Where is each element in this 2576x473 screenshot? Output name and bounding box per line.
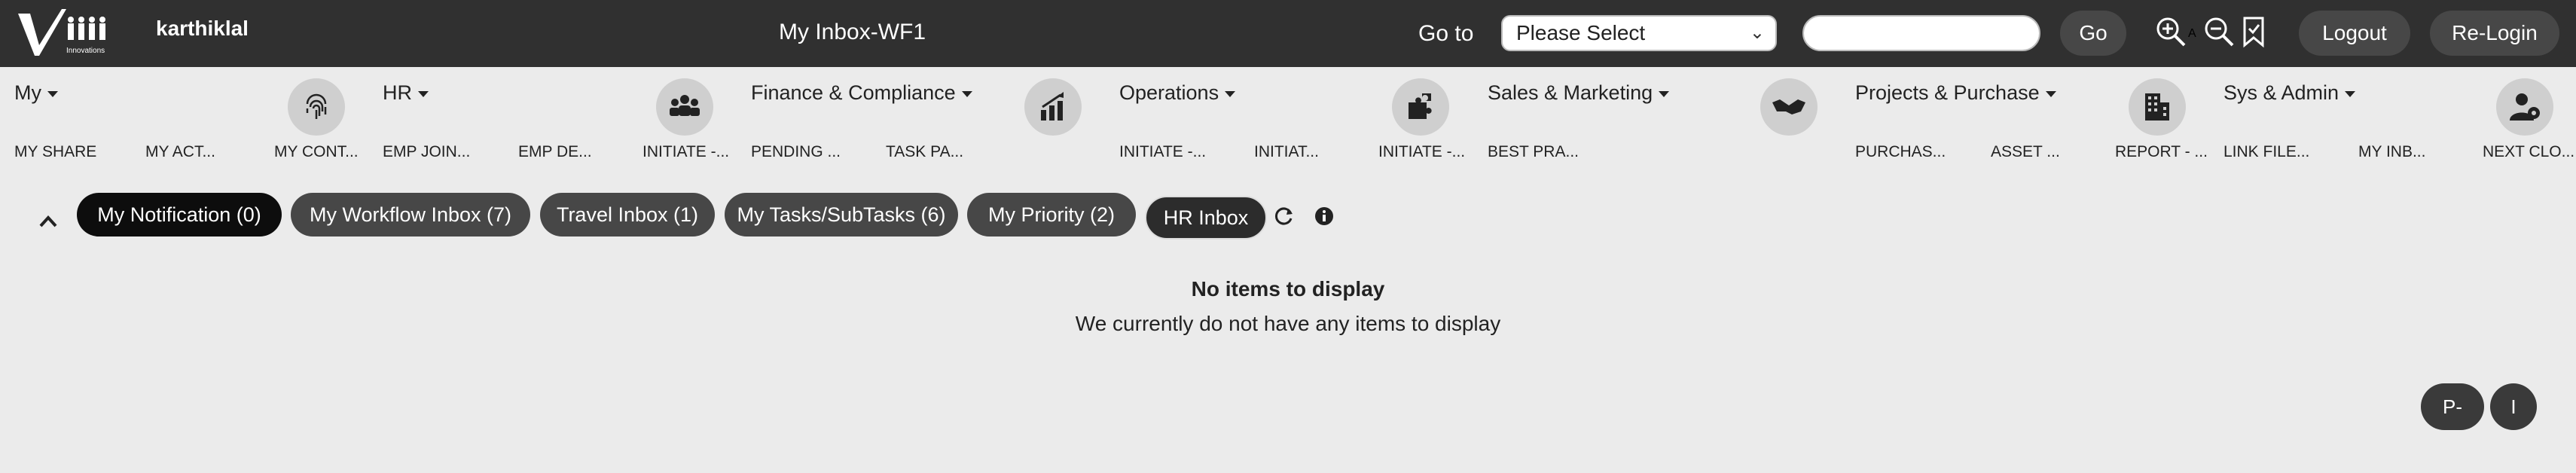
logo-text: Innovations <box>66 47 105 55</box>
menu-operations[interactable]: Operations <box>1119 81 1236 105</box>
menu-my[interactable]: My <box>14 81 58 105</box>
fingerprint-icon[interactable] <box>288 78 345 136</box>
logout-button[interactable]: Logout <box>2299 11 2410 56</box>
sublink-emp-de[interactable]: EMP DE... <box>518 143 592 161</box>
sublink-my-cont[interactable]: MY CONT... <box>274 143 359 161</box>
page-title: My Inbox-WF1 <box>779 20 926 44</box>
sublink-pending[interactable]: PENDING ... <box>751 143 841 161</box>
go-button[interactable]: Go <box>2060 11 2126 56</box>
handshake-icon[interactable] <box>1760 78 1818 136</box>
sublink-asset[interactable]: ASSET ... <box>1991 143 2060 161</box>
menu-sysadmin-label: Sys & Admin <box>2223 81 2339 104</box>
tab-travel-inbox[interactable]: Travel Inbox (1) <box>540 193 715 236</box>
refresh-icon[interactable] <box>1273 205 1296 227</box>
bookmark-icon[interactable] <box>2237 15 2270 48</box>
top-bar: Innovations karthiklal My Inbox-WF1 Go t… <box>0 0 2576 67</box>
tab-my-notification[interactable]: My Notification (0) <box>77 193 282 236</box>
caret-down-icon <box>961 90 972 97</box>
empty-state-text: We currently do not have any items to di… <box>1075 312 1501 335</box>
sublink-link-file[interactable]: LINK FILE... <box>2223 143 2309 161</box>
user-gear-icon[interactable] <box>2496 78 2553 136</box>
menu-finance[interactable]: Finance & Compliance <box>751 81 972 105</box>
username: karthiklal <box>156 17 249 40</box>
caret-down-icon <box>2345 90 2356 97</box>
search-input[interactable] <box>1802 15 2040 51</box>
caret-down-icon <box>1225 90 1236 97</box>
menu-my-label: My <box>14 81 41 104</box>
i-button[interactable]: I <box>2490 383 2537 430</box>
sublink-initiate-ops-3[interactable]: INITIATE -... <box>1378 143 1465 161</box>
menu-sales-label: Sales & Marketing <box>1488 81 1653 104</box>
bar-chart-icon[interactable] <box>1024 78 1082 136</box>
menu-finance-label: Finance & Compliance <box>751 81 956 104</box>
caret-down-icon <box>47 90 58 97</box>
sublink-best-pra[interactable]: BEST PRA... <box>1488 143 1579 161</box>
chevron-up-icon[interactable] <box>35 209 62 232</box>
caret-down-icon <box>2045 90 2056 97</box>
zoom-in-icon[interactable] <box>2154 15 2187 48</box>
menu-hr[interactable]: HR <box>383 81 429 105</box>
goto-select[interactable]: Please Select ⌄ <box>1501 15 1777 51</box>
p-button[interactable]: P- <box>2421 383 2484 430</box>
menu-hr-label: HR <box>383 81 412 104</box>
sublink-emp-join[interactable]: EMP JOIN... <box>383 143 470 161</box>
sublink-initiate-hr[interactable]: INITIATE -... <box>642 143 729 161</box>
building-icon[interactable] <box>2129 78 2186 136</box>
relogin-button[interactable]: Re-Login <box>2430 11 2559 56</box>
innovations-logo[interactable]: Innovations <box>17 8 114 59</box>
tab-my-priority[interactable]: My Priority (2) <box>967 193 1136 236</box>
sublink-purchas[interactable]: PURCHAS... <box>1855 143 1946 161</box>
sublink-next-clo[interactable]: NEXT CLO... <box>2483 143 2574 161</box>
info-icon[interactable] <box>1313 205 1335 227</box>
tab-hr-inbox[interactable]: HR Inbox <box>1145 196 1267 240</box>
menu-operations-label: Operations <box>1119 81 1219 104</box>
sublink-initiate-ops-1[interactable]: INITIATE -... <box>1119 143 1206 161</box>
menu-projects[interactable]: Projects & Purchase <box>1855 81 2056 105</box>
chevron-down-icon: ⌄ <box>1749 23 1765 43</box>
sublink-my-act[interactable]: MY ACT... <box>145 143 215 161</box>
sublink-initiat-ops-2[interactable]: INITIAT... <box>1254 143 1319 161</box>
people-icon[interactable] <box>656 78 713 136</box>
zoom-text: A <box>2188 27 2196 40</box>
menu-sysadmin[interactable]: Sys & Admin <box>2223 81 2356 105</box>
sublink-task-pa[interactable]: TASK PA... <box>886 143 963 161</box>
menu-projects-label: Projects & Purchase <box>1855 81 2040 104</box>
caret-down-icon <box>418 90 429 97</box>
menu-sales[interactable]: Sales & Marketing <box>1488 81 1670 105</box>
zoom-out-icon[interactable] <box>2202 15 2236 48</box>
goto-label: Go to <box>1418 21 1474 46</box>
sublink-report[interactable]: REPORT - ... <box>2115 143 2208 161</box>
tab-my-workflow-inbox[interactable]: My Workflow Inbox (7) <box>291 193 530 236</box>
caret-down-icon <box>1659 90 1670 97</box>
tab-my-tasks[interactable]: My Tasks/SubTasks (6) <box>725 193 958 236</box>
goto-select-value: Please Select <box>1516 21 1646 44</box>
puzzle-icon[interactable] <box>1392 78 1449 136</box>
sublink-my-share[interactable]: MY SHARE <box>14 143 96 161</box>
sublink-my-inb[interactable]: MY INB... <box>2358 143 2425 161</box>
empty-state-title: No items to display <box>1191 277 1385 301</box>
